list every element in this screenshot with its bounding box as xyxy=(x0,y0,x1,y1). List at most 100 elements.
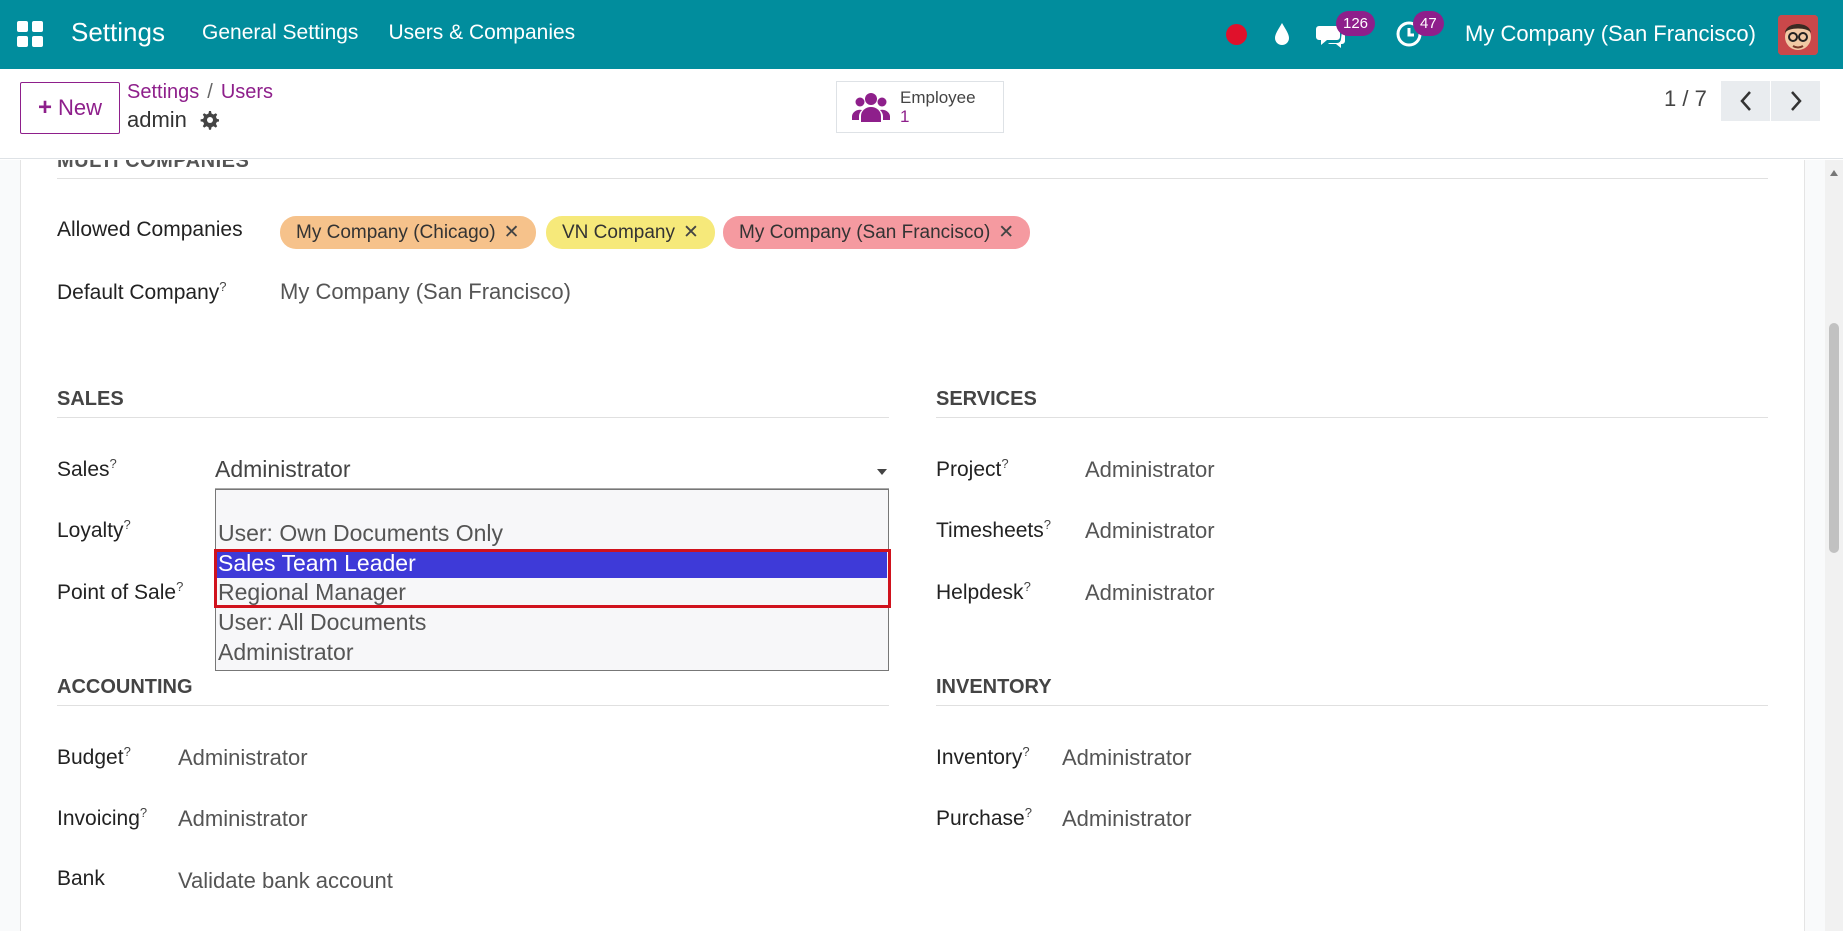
company-tag[interactable]: My Company (Chicago) ✕ xyxy=(280,216,536,249)
help-marker[interactable]: ? xyxy=(110,456,117,471)
chevron-right-icon xyxy=(1790,91,1802,111)
invoicing-label-text: Invoicing xyxy=(57,807,140,830)
apps-menu-icon[interactable] xyxy=(17,21,43,47)
helpdesk-field[interactable]: Administrator xyxy=(1085,580,1215,606)
menu-users-companies[interactable]: Users & Companies xyxy=(388,21,575,45)
help-marker[interactable]: ? xyxy=(1044,517,1051,532)
company-tag-label: My Company (San Francisco) xyxy=(739,222,991,243)
vertical-scrollbar[interactable] xyxy=(1825,160,1843,931)
loyalty-label: Loyalty? xyxy=(57,517,131,543)
budget-label-text: Budget xyxy=(57,746,124,769)
company-switcher[interactable]: My Company (San Francisco) xyxy=(1465,21,1756,47)
scroll-up-arrow-icon[interactable] xyxy=(1830,170,1838,176)
activity-count-badge: 47 xyxy=(1413,11,1444,36)
help-marker[interactable]: ? xyxy=(140,805,147,820)
default-company-label-text: Default Company xyxy=(57,281,220,304)
invoicing-field[interactable]: Administrator xyxy=(178,806,308,832)
purchase-label: Purchase? xyxy=(936,805,1032,831)
inventory-field[interactable]: Administrator xyxy=(1062,745,1192,771)
pager-next-button[interactable] xyxy=(1771,81,1820,121)
dropdown-option[interactable]: User: All Documents xyxy=(217,608,887,637)
loyalty-label-text: Loyalty xyxy=(57,519,124,542)
dropdown-option[interactable]: Administrator xyxy=(217,638,887,667)
smart-button-text: Employee 1 xyxy=(900,88,976,126)
inventory-section-title: INVENTORY xyxy=(936,676,1052,698)
multi-companies-heading: MULTI COMPANIES xyxy=(57,160,250,172)
bank-field[interactable]: Validate bank account xyxy=(178,868,393,894)
help-marker[interactable]: ? xyxy=(219,279,226,294)
project-field[interactable]: Administrator xyxy=(1085,457,1215,483)
scrollbar-thumb[interactable] xyxy=(1829,323,1839,553)
help-marker[interactable]: ? xyxy=(1022,744,1029,759)
company-tag-label: VN Company xyxy=(562,222,675,243)
main-menu: General Settings Users & Companies xyxy=(202,21,575,45)
gear-icon[interactable] xyxy=(199,110,219,130)
pager-value[interactable]: 1 / 7 xyxy=(1664,86,1707,112)
users-group-icon xyxy=(852,93,890,122)
remove-tag-icon[interactable]: ✕ xyxy=(998,216,1014,249)
company-tag[interactable]: VN Company ✕ xyxy=(546,216,715,249)
pos-label-text: Point of Sale xyxy=(57,581,177,604)
bank-label: Bank xyxy=(57,867,105,890)
chat-count-badge: 126 xyxy=(1336,11,1376,36)
budget-label: Budget? xyxy=(57,744,131,770)
menu-general-settings[interactable]: General Settings xyxy=(202,21,358,45)
remove-tag-icon[interactable]: ✕ xyxy=(504,216,520,249)
help-marker[interactable]: ? xyxy=(124,744,131,759)
section-divider xyxy=(936,705,1768,706)
pos-label: Point of Sale? xyxy=(57,579,183,605)
timesheets-label: Timesheets? xyxy=(936,517,1051,543)
timesheets-label-text: Timesheets xyxy=(936,519,1044,542)
accounting-section-title: ACCOUNTING xyxy=(57,676,193,698)
breadcrumb-settings[interactable]: Settings xyxy=(127,81,199,104)
purchase-field[interactable]: Administrator xyxy=(1062,806,1192,832)
breadcrumb: Settings / Users xyxy=(127,81,273,104)
annotation-highlight-box xyxy=(214,549,891,608)
project-label-text: Project xyxy=(936,458,1002,481)
pager-previous-button[interactable] xyxy=(1721,81,1770,121)
app-title[interactable]: Settings xyxy=(71,17,165,48)
record-name: admin xyxy=(127,107,187,132)
sales-select-value: Administrator xyxy=(215,456,351,482)
record-title: admin xyxy=(127,107,219,133)
helpdesk-label-text: Helpdesk xyxy=(936,581,1024,604)
caret-down-icon xyxy=(877,469,887,475)
invoicing-label: Invoicing? xyxy=(57,805,147,831)
breadcrumb-separator: / xyxy=(207,81,213,103)
default-company-label: Default Company? xyxy=(57,279,226,305)
sales-select[interactable]: Administrator xyxy=(215,456,889,489)
purchase-label-text: Purchase xyxy=(936,807,1025,830)
new-button[interactable]: + New xyxy=(20,82,120,134)
employee-smart-button[interactable]: Employee 1 xyxy=(836,81,1004,133)
top-navbar: Settings General Settings Users & Compan… xyxy=(0,0,1843,69)
avatar-face-icon xyxy=(1778,15,1818,55)
section-divider xyxy=(57,417,889,418)
timesheets-field[interactable]: Administrator xyxy=(1085,518,1215,544)
chevron-left-icon xyxy=(1739,91,1751,111)
inventory-label: Inventory? xyxy=(936,744,1030,770)
help-marker[interactable]: ? xyxy=(1024,579,1031,594)
project-label: Project? xyxy=(936,456,1009,482)
recording-dot-icon[interactable] xyxy=(1226,24,1247,45)
inventory-label-text: Inventory xyxy=(936,746,1023,769)
user-avatar[interactable] xyxy=(1778,15,1818,55)
budget-field[interactable]: Administrator xyxy=(178,745,308,771)
smart-button-value: 1 xyxy=(900,107,910,126)
water-drop-icon[interactable] xyxy=(1271,21,1293,47)
company-tag-label: My Company (Chicago) xyxy=(296,222,496,243)
default-company-field[interactable]: My Company (San Francisco) xyxy=(280,279,571,305)
form-scroll-area: MULTI COMPANIES Allowed Companies My Com… xyxy=(0,160,1843,931)
company-tag[interactable]: My Company (San Francisco) ✕ xyxy=(723,216,1031,249)
plus-icon: + xyxy=(37,94,52,121)
dropdown-option[interactable]: User: Own Documents Only xyxy=(217,519,887,548)
help-marker[interactable]: ? xyxy=(1001,456,1008,471)
services-section-title: SERVICES xyxy=(936,388,1037,410)
sales-section-title: SALES xyxy=(57,388,124,410)
help-marker[interactable]: ? xyxy=(124,517,131,532)
help-marker[interactable]: ? xyxy=(176,579,183,594)
help-marker[interactable]: ? xyxy=(1025,805,1032,820)
remove-tag-icon[interactable]: ✕ xyxy=(683,216,699,249)
sales-label: Sales? xyxy=(57,456,117,482)
dropdown-option-empty[interactable] xyxy=(217,490,887,519)
breadcrumb-users[interactable]: Users xyxy=(221,81,273,104)
